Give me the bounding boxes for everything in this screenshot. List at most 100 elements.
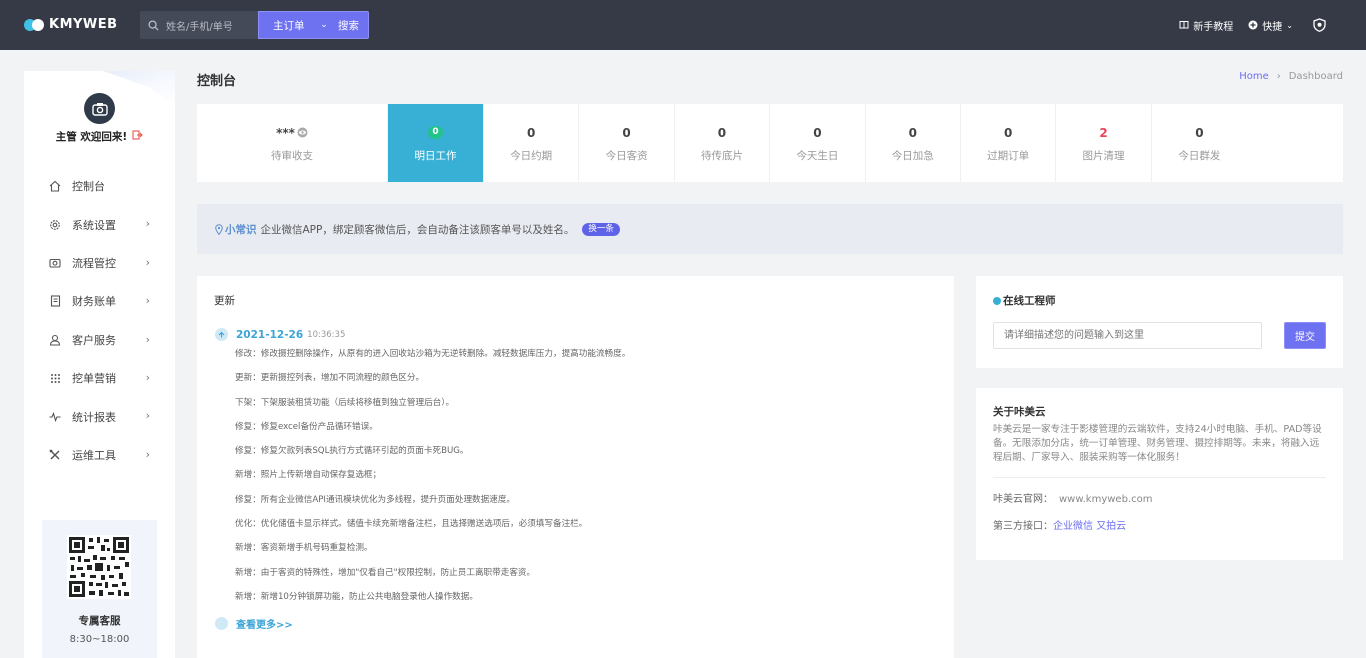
stat-value: 0 <box>717 125 727 140</box>
update-date-row: 2021-12-26 10:36:35 <box>215 328 345 341</box>
list-item: 新增：由于客资的特殊性，增加"仅看自己"权限控制，防止员工离职带走客资。 <box>235 567 536 578</box>
about-description: 咔美云是一家专注于影楼管理的云端软件，支持24小时电脑、手机、PAD等设备。无限… <box>993 424 1322 463</box>
stat-label: 今日客资 <box>605 149 648 162</box>
home-icon <box>49 180 61 192</box>
stat-label: 待传底片 <box>700 149 743 162</box>
qr-code[interactable] <box>67 535 131 599</box>
list-item: 优化：优化储值卡显示样式。储值卡续充新增备注栏，且选择赠送选项后，必须填写备注栏… <box>235 519 588 530</box>
sidebar-item-label: 系统设置 <box>72 218 116 232</box>
stat-urgent[interactable]: 0 今日加急 <box>866 104 961 182</box>
welcome-label: 主管 欢迎回来! <box>55 131 128 143</box>
sidebar-item-tools[interactable]: 运维工具 › <box>24 436 175 474</box>
stat-image-cleanup[interactable]: 2 图片清理 <box>1056 104 1152 182</box>
sidebar-item-label: 财务账单 <box>72 295 116 309</box>
chevron-down-icon: ⌄ <box>1286 20 1293 30</box>
sidebar-item-label: 控制台 <box>72 180 105 194</box>
search-type-select[interactable]: 主订单 ⌄ 搜索 <box>258 11 369 39</box>
sidebar-item-label: 客户服务 <box>72 333 116 347</box>
stat-label: 图片清理 <box>1082 149 1125 162</box>
breadcrumb-home[interactable]: Home <box>1239 71 1269 82</box>
wecom-link[interactable]: 企业微信 <box>1053 521 1093 532</box>
top-actions: 新手教程 快捷 ⌄ <box>1164 0 1330 50</box>
quick-label: 快捷 <box>1262 21 1283 33</box>
sidebar-item-settings[interactable]: 系统设置 › <box>24 205 175 243</box>
update-time: 10:36:35 <box>307 329 346 340</box>
logo-circle-icon <box>32 18 44 31</box>
arrow-up-icon <box>215 328 228 341</box>
view-more-label: 查看更多>> <box>236 620 293 631</box>
sidebar-menu: 控制台 系统设置 › 流程管控 › 财务账单 › 客户服务 › 挖单营销 › 统… <box>24 167 175 474</box>
service-hours: 8:30~18:00 <box>69 634 130 645</box>
stat-mass-message[interactable]: 0 今日群发 <box>1152 104 1247 182</box>
breadcrumb: Home › Dashboard <box>1239 71 1343 82</box>
stat-pending-finance[interactable]: *** 待审收支 <box>197 104 388 182</box>
sidebar-item-marketing[interactable]: 挖单营销 › <box>24 359 175 397</box>
avatar[interactable] <box>84 93 115 124</box>
camera-icon <box>49 257 61 269</box>
gear-icon <box>49 219 61 231</box>
question-input[interactable] <box>993 322 1262 349</box>
chevron-right-icon: › <box>145 409 150 423</box>
sidebar-item-customer[interactable]: 客户服务 › <box>24 321 175 359</box>
search-input[interactable]: 姓名/手机/单号 <box>140 11 258 39</box>
update-date: 2021-12-26 <box>236 328 304 341</box>
next-tip-button[interactable]: 换一条 <box>582 222 620 236</box>
stat-today-appointments[interactable]: 0 今日约期 <box>484 104 580 182</box>
tutorial-link[interactable]: 新手教程 <box>1179 18 1233 33</box>
pulse-icon <box>49 411 61 423</box>
shield-icon <box>1313 18 1326 32</box>
chevron-down-icon: ⌄ <box>320 20 328 30</box>
stat-tomorrow-work[interactable]: 0 明日工作 <box>388 104 484 182</box>
stat-value: 0 <box>527 125 536 140</box>
upyun-link[interactable]: 又拍云 <box>1096 521 1126 532</box>
stat-value: 0 <box>908 125 917 140</box>
logout-icon[interactable] <box>132 130 143 143</box>
official-site-row: 咔美云官网： www.kmyweb.com <box>993 490 1152 505</box>
stat-label: 今日约期 <box>510 149 553 162</box>
security-button[interactable] <box>1313 18 1330 32</box>
sidebar-item-process[interactable]: 流程管控 › <box>24 244 175 282</box>
view-more-link[interactable]: 查看更多>> <box>215 616 293 631</box>
tip-key: 小常识 <box>225 223 257 236</box>
sidebar-item-dashboard[interactable]: 控制台 <box>24 167 175 205</box>
stat-label: 今日群发 <box>1178 149 1221 162</box>
timeline-dot-icon <box>215 617 228 630</box>
search-icon <box>148 19 159 31</box>
stat-pending-uploads[interactable]: 0 待传底片 <box>675 104 771 182</box>
welcome-text: 主管 欢迎回来! <box>24 129 175 144</box>
location-pin-icon <box>215 223 223 235</box>
about-panel: 关于咔美云 咔美云是一家专注于影楼管理的云端软件，支持24小时电脑、手机、PAD… <box>976 388 1343 560</box>
stat-birthdays[interactable]: 0 今天生日 <box>770 104 866 182</box>
stat-expired-orders[interactable]: 0 过期订单 <box>961 104 1057 182</box>
brand-logo[interactable]: KMYWEB <box>24 17 118 32</box>
stat-label: 今天生日 <box>796 149 839 162</box>
list-item: 下架：下架服装租赁功能（后续将移植到独立管理后台）。 <box>235 397 455 408</box>
search-bar: 姓名/手机/单号 主订单 ⌄ 搜索 <box>140 11 369 39</box>
sidebar-item-label: 统计报表 <box>72 410 116 424</box>
stat-today-leads[interactable]: 0 今日客资 <box>579 104 675 182</box>
eye-icon[interactable] <box>297 127 308 138</box>
updates-title: 更新 <box>214 295 235 307</box>
stat-label: 待审收支 <box>271 149 313 162</box>
user-icon <box>49 334 61 346</box>
sidebar-item-label: 挖单营销 <box>72 372 116 386</box>
sidebar-item-reports[interactable]: 统计报表 › <box>24 397 175 435</box>
stat-value: 0 <box>428 126 443 139</box>
chevron-right-icon: › <box>145 217 150 231</box>
search-button[interactable]: 搜索 <box>334 18 359 33</box>
chevron-right-icon: › <box>145 294 150 308</box>
sidebar-item-finance[interactable]: 财务账单 › <box>24 282 175 320</box>
chevron-right-icon: › <box>145 370 150 384</box>
book-icon <box>1179 21 1189 29</box>
stat-label: 过期订单 <box>987 149 1030 162</box>
quick-menu[interactable]: 快捷 ⌄ <box>1248 18 1293 33</box>
service-title: 专属客服 <box>78 615 121 627</box>
search-type-label: 主订单 <box>273 19 305 32</box>
list-item: 修复：修复excel备份产品循环错误。 <box>235 421 378 432</box>
engineer-title-label: 在线工程师 <box>1003 295 1056 307</box>
stats-bar: *** 待审收支 0 明日工作 0 今日约期 0 今日客资 0 待传底片 0 今… <box>197 104 1343 182</box>
chevron-right-icon: › <box>145 255 150 269</box>
sidebar-item-label: 运维工具 <box>72 448 116 462</box>
submit-button[interactable]: 提交 <box>1284 322 1326 349</box>
site-link[interactable]: www.kmyweb.com <box>1059 494 1152 505</box>
